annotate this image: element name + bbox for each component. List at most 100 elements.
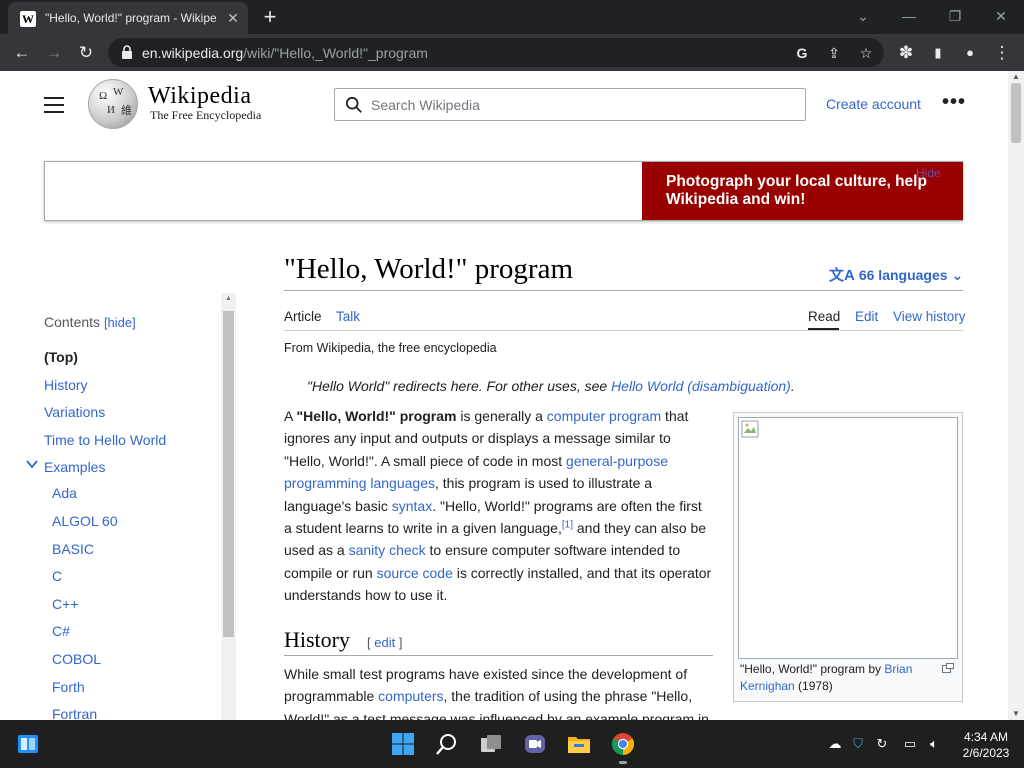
toc-item-algol-60[interactable]: ALGOL 60 [52,513,118,529]
search-input[interactable] [371,95,791,115]
chevron-down-icon[interactable] [26,458,38,470]
wikipedia-tagline: The Free Encyclopedia [150,108,262,122]
tab-talk[interactable]: Talk [336,309,360,324]
toc-scrollbar[interactable]: ▲ [221,293,236,720]
url-text[interactable]: en.wikipedia.org/wiki/"Hello,_World!"_pr… [142,45,428,61]
new-tab-button[interactable]: + [258,6,282,30]
scroll-down-arrow-icon[interactable]: ▼ [1008,708,1024,720]
edit-bracket: ] [395,635,403,650]
toc-item-top[interactable]: (Top) [44,349,78,365]
banner-hide-button[interactable]: Hide [916,166,941,180]
onedrive-icon[interactable]: ☁ [827,736,843,752]
scroll-up-arrow-icon[interactable]: ▲ [1008,71,1024,83]
toc-item-cobol[interactable]: COBOL [52,651,101,667]
wikipedia-globe-logo[interactable]: Ω W И 維 [88,79,138,129]
toc-item-time-to-hello-world[interactable]: Time to Hello World [44,432,166,448]
toc-item-forth[interactable]: Forth [52,679,85,695]
share-icon[interactable]: ⇪ [824,43,844,63]
link-computer-program[interactable]: computer program [547,408,661,424]
tab-edit[interactable]: Edit [855,309,878,324]
toc-item-ada[interactable]: Ada [52,485,77,501]
link-source-code[interactable]: source code [377,565,453,581]
link-computers[interactable]: computers [378,688,443,704]
chrome-icon[interactable] [611,732,635,756]
link-general-purpose[interactable]: general-purpose [566,453,668,469]
address-bar[interactable]: en.wikipedia.org/wiki/"Hello,_World!"_pr… [108,38,884,67]
reload-button[interactable]: ↻ [74,41,98,65]
section-heading-history: History [284,627,350,652]
network-icon[interactable]: ▭ [902,736,918,752]
back-button[interactable]: ← [10,41,34,65]
teams-chat-icon[interactable] [523,732,547,756]
text: A [284,408,297,424]
lock-icon[interactable] [120,44,134,60]
link-programming-languages[interactable]: programming languages [284,475,435,491]
text: . "Hello, World!" programs are often the… [432,497,702,514]
enlarge-icon[interactable] [942,663,954,673]
toc-item-variations[interactable]: Variations [44,404,105,420]
security-shield-icon[interactable]: ⛉ [850,736,866,752]
task-view-icon[interactable] [479,732,503,756]
tab-title: "Hello, World!" program - Wikipe [45,11,217,25]
windows-start-icon[interactable] [391,732,415,756]
create-account-link[interactable]: Create account [826,96,921,112]
windows-taskbar: ☁ ⛉ ↻ ▭ 🔈︎ 4:34 AM 2/6/2023 [0,720,1024,768]
sync-icon[interactable]: ↻ [874,736,890,752]
forward-button[interactable]: → [42,41,66,65]
extensions-icon[interactable]: ✽ [894,41,918,65]
edit-section-link[interactable]: edit [374,635,395,650]
toc-item-basic[interactable]: BASIC [52,541,94,557]
text: that [661,408,689,424]
restore-window-button[interactable]: ❐ [943,6,967,26]
reference-1-link[interactable]: [1] [562,519,573,530]
toc-item-examples[interactable]: Examples [44,459,105,475]
page-scrollbar-thumb[interactable] [1011,83,1021,143]
toc-scrollbar-thumb[interactable] [223,311,234,637]
banner-red-panel[interactable]: Photograph your local culture, help Wiki… [642,162,963,220]
search-icon[interactable] [435,732,459,756]
tab-article[interactable]: Article [284,309,322,324]
profile-icon[interactable]: ● [958,41,982,65]
scroll-up-arrow-icon[interactable]: ▲ [221,295,236,305]
link-sanity-check[interactable]: sanity check [349,542,426,558]
search-box[interactable] [334,88,806,121]
thumbnail-image[interactable] [738,417,958,659]
google-lens-icon[interactable]: G [792,43,812,63]
browser-tab-strip: W "Hello, World!" program - Wikipe ✕ + ⌄… [0,0,1024,34]
toc-item-history[interactable]: History [44,377,88,393]
text-line: World!" as a test message was influenced… [284,710,709,720]
page-title: "Hello, World!" program [284,253,573,285]
tab-read[interactable]: Read [808,309,840,324]
toc-item-fortran[interactable]: Fortran [52,706,97,720]
tab-search-icon[interactable]: ⌄ [851,6,875,26]
bookmark-star-icon[interactable]: ☆ [856,43,876,63]
link-syntax[interactable]: syntax [392,498,432,514]
hatnote-disambiguation-link[interactable]: Hello World (disambiguation) [611,378,791,394]
system-clock[interactable]: 4:34 AM 2/6/2023 [958,729,1014,761]
toc-item-csharp[interactable]: C# [52,623,70,639]
tab-view-history[interactable]: View history [893,309,966,324]
minimize-window-button[interactable]: — [897,6,921,26]
title-divider [284,290,963,291]
close-window-button[interactable]: ✕ [989,6,1013,26]
file-explorer-icon[interactable] [567,732,591,756]
close-tab-icon[interactable]: ✕ [225,10,241,26]
chrome-menu-icon[interactable]: ⋮ [990,41,1014,65]
banner-text[interactable]: Photograph your local culture, help Wiki… [666,173,956,209]
section-divider [284,655,713,656]
clock-time: 4:34 AM [963,730,1009,744]
clock-date: 2/6/2023 [962,746,1010,760]
toc-item-cpp[interactable]: C++ [52,596,78,612]
page-scrollbar[interactable]: ▲ ▼ [1008,71,1024,720]
wikipedia-wordmark[interactable]: Wikipedia [148,83,252,110]
toc-item-c[interactable]: C [52,568,62,584]
main-menu-icon[interactable] [44,97,64,113]
broken-image-icon [741,420,759,438]
language-button[interactable]: 文A 66 languages ⌄ [829,264,963,285]
more-options-icon[interactable]: ••• [942,91,965,115]
widgets-icon[interactable] [16,732,40,756]
browser-tab[interactable]: W "Hello, World!" program - Wikipe ✕ [8,2,248,34]
toc-hide-link[interactable]: [hide] [104,315,136,330]
volume-icon[interactable]: 🔈︎ [926,736,942,752]
side-panel-icon[interactable]: ▮ [926,41,950,65]
